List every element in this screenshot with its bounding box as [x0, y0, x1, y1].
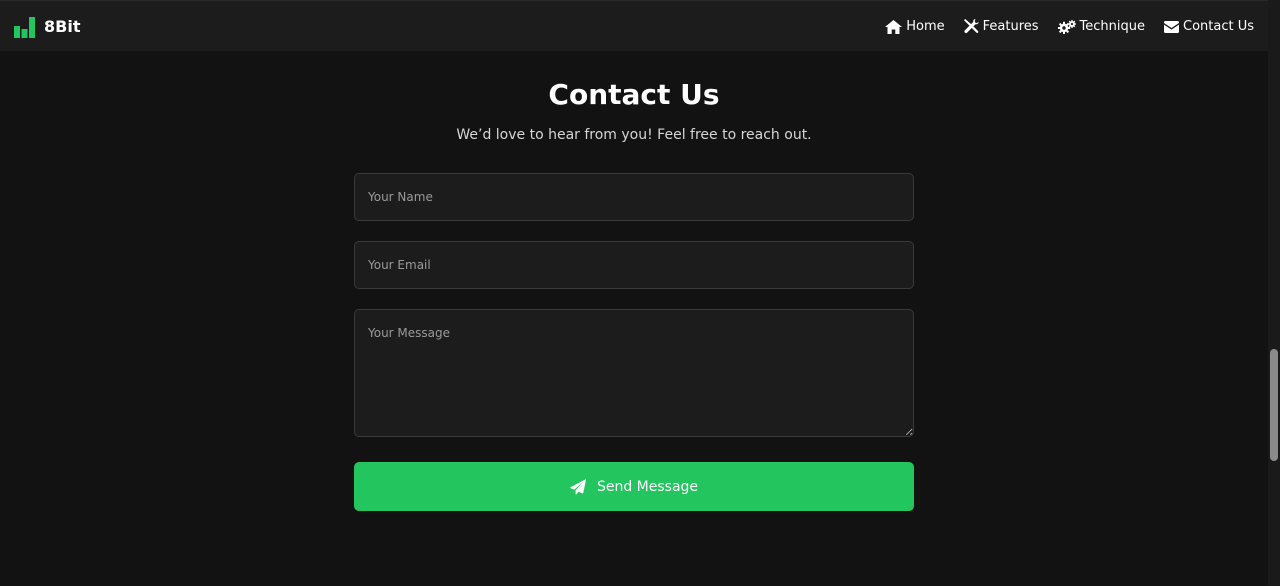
nav-item-technique[interactable]: Technique: [1057, 19, 1145, 34]
envelope-icon: [1164, 20, 1179, 33]
navbar: 8Bit Home Features Technique Contact Us: [0, 0, 1268, 51]
nav-item-contact-us-label: Contact Us: [1183, 19, 1254, 34]
tools-icon: [963, 19, 979, 34]
nav-item-features[interactable]: Features: [963, 19, 1039, 34]
send-message-button[interactable]: Send Message: [354, 462, 914, 511]
scrollbar-thumb[interactable]: [1270, 349, 1278, 461]
gears-icon: [1057, 19, 1076, 34]
paper-plane-icon: [570, 478, 586, 495]
nav-item-technique-label: Technique: [1079, 19, 1145, 34]
message-textarea[interactable]: [354, 309, 914, 437]
brand-logo-link[interactable]: 8Bit: [14, 14, 80, 40]
home-icon: [885, 19, 903, 34]
nav-item-features-label: Features: [982, 19, 1039, 34]
name-input[interactable]: [354, 173, 914, 221]
page-scrollbar[interactable]: [1268, 0, 1280, 586]
email-input[interactable]: [354, 241, 914, 289]
nav-item-home[interactable]: Home: [885, 19, 945, 34]
bar-chart-icon: [14, 16, 35, 38]
page-subtitle: We’d love to hear from you! Feel free to…: [456, 127, 812, 143]
brand-name: 8Bit: [44, 17, 81, 36]
nav-item-home-label: Home: [906, 19, 945, 34]
page-title: Contact Us: [548, 78, 720, 111]
nav-menu: Home Features Technique Contact Us: [885, 1, 1254, 52]
page: 8Bit Home Features Technique Contact Us …: [0, 0, 1280, 586]
nav-item-contact-us[interactable]: Contact Us: [1164, 19, 1254, 34]
send-message-label: Send Message: [596, 478, 699, 495]
